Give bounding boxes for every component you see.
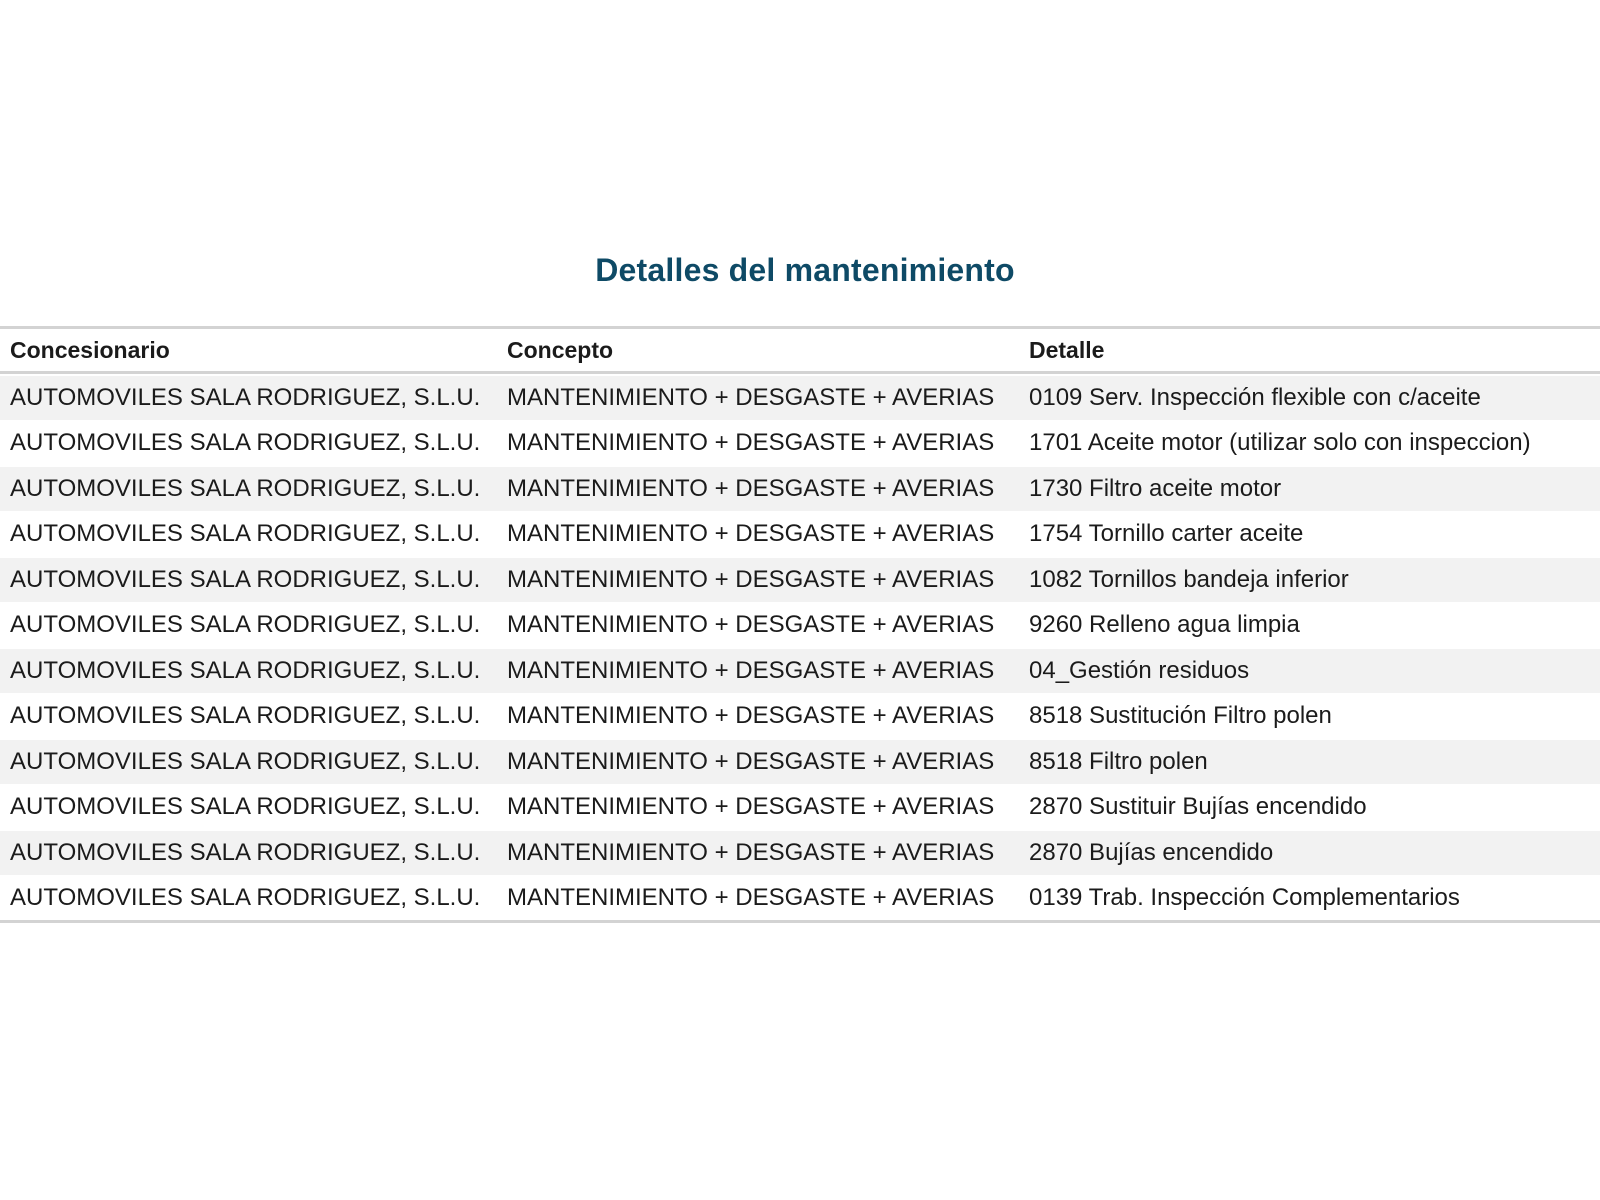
cell-concesionario: AUTOMOVILES SALA RODRIGUEZ, S.L.U. (10, 611, 481, 639)
cell-concesionario: AUTOMOVILES SALA RODRIGUEZ, S.L.U. (10, 884, 481, 912)
cell-concesionario: AUTOMOVILES SALA RODRIGUEZ, S.L.U. (10, 656, 481, 684)
cell-concepto: MANTENIMIENTO + DESGASTE + AVERIAS (507, 611, 995, 639)
cell-concesionario: AUTOMOVILES SALA RODRIGUEZ, S.L.U. (10, 429, 481, 457)
cell-concepto: MANTENIMIENTO + DESGASTE + AVERIAS (507, 747, 995, 775)
cell-detalle: 0139 Trab. Inspección Complementarios (1029, 884, 1460, 912)
table-row: AUTOMOVILES SALA RODRIGUEZ, S.L.U. MANTEN… (0, 874, 1600, 920)
cell-concepto: MANTENIMIENTO + DESGASTE + AVERIAS (507, 656, 995, 684)
cell-concesionario: AUTOMOVILES SALA RODRIGUEZ, S.L.U. (10, 747, 481, 775)
cell-detalle: 1082 Tornillos bandeja inferior (1029, 565, 1349, 593)
table-row: AUTOMOVILES SALA RODRIGUEZ, S.L.U. MANTEN… (0, 556, 1600, 602)
cell-concepto: MANTENIMIENTO + DESGASTE + AVERIAS (507, 520, 995, 548)
cell-detalle: 0109 Serv. Inspección flexible con c/ace… (1029, 383, 1481, 411)
table-body: AUTOMOVILES SALA RODRIGUEZ, S.L.U. MANTEN… (0, 374, 1600, 920)
table-row: AUTOMOVILES SALA RODRIGUEZ, S.L.U. MANTEN… (0, 465, 1600, 511)
page-title: Detalles del mantenimiento (595, 252, 1015, 288)
table-row: AUTOMOVILES SALA RODRIGUEZ, S.L.U. MANTEN… (0, 783, 1600, 829)
table-header-row: Concesionario Concepto Detalle (0, 329, 1600, 374)
cell-concepto: MANTENIMIENTO + DESGASTE + AVERIAS (507, 838, 995, 866)
cell-concepto: MANTENIMIENTO + DESGASTE + AVERIAS (507, 702, 995, 730)
cell-concepto: MANTENIMIENTO + DESGASTE + AVERIAS (507, 383, 995, 411)
maintenance-table: Concesionario Concepto Detalle AUTOMOVIL… (0, 326, 1600, 923)
cell-detalle: 2870 Sustituir Bujías encendido (1029, 793, 1367, 821)
cell-concesionario: AUTOMOVILES SALA RODRIGUEZ, S.L.U. (10, 474, 481, 502)
header-concepto: Concepto (507, 336, 614, 363)
header-detalle: Detalle (1029, 336, 1105, 363)
table-row: AUTOMOVILES SALA RODRIGUEZ, S.L.U. MANTEN… (0, 738, 1600, 784)
cell-detalle: 1754 Tornillo carter aceite (1029, 520, 1304, 548)
table-row: AUTOMOVILES SALA RODRIGUEZ, S.L.U. MANTEN… (0, 374, 1600, 420)
table-row: AUTOMOVILES SALA RODRIGUEZ, S.L.U. MANTEN… (0, 692, 1600, 738)
table-row: AUTOMOVILES SALA RODRIGUEZ, S.L.U. MANTEN… (0, 601, 1600, 647)
cell-detalle: 1701 Aceite motor (utilizar solo con ins… (1029, 429, 1531, 457)
table-row: AUTOMOVILES SALA RODRIGUEZ, S.L.U. MANTEN… (0, 419, 1600, 465)
cell-concesionario: AUTOMOVILES SALA RODRIGUEZ, S.L.U. (10, 793, 481, 821)
cell-concesionario: AUTOMOVILES SALA RODRIGUEZ, S.L.U. (10, 565, 481, 593)
cell-concepto: MANTENIMIENTO + DESGASTE + AVERIAS (507, 429, 995, 457)
cell-concepto: MANTENIMIENTO + DESGASTE + AVERIAS (507, 474, 995, 502)
cell-detalle: 1730 Filtro aceite motor (1029, 474, 1282, 502)
cell-detalle: 8518 Filtro polen (1029, 747, 1208, 775)
cell-concesionario: AUTOMOVILES SALA RODRIGUEZ, S.L.U. (10, 838, 481, 866)
table-row: AUTOMOVILES SALA RODRIGUEZ, S.L.U. MANTEN… (0, 510, 1600, 556)
header-concesionario: Concesionario (10, 336, 170, 363)
cell-concesionario: AUTOMOVILES SALA RODRIGUEZ, S.L.U. (10, 702, 481, 730)
cell-detalle: 9260 Relleno agua limpia (1029, 611, 1300, 639)
cell-concesionario: AUTOMOVILES SALA RODRIGUEZ, S.L.U. (10, 383, 481, 411)
table-row: AUTOMOVILES SALA RODRIGUEZ, S.L.U. MANTEN… (0, 647, 1600, 693)
cell-concesionario: AUTOMOVILES SALA RODRIGUEZ, S.L.U. (10, 520, 481, 548)
cell-detalle: 2870 Bujías encendido (1029, 838, 1274, 866)
cell-concepto: MANTENIMIENTO + DESGASTE + AVERIAS (507, 793, 995, 821)
cell-detalle: 8518 Sustitución Filtro polen (1029, 702, 1332, 730)
cell-concepto: MANTENIMIENTO + DESGASTE + AVERIAS (507, 565, 995, 593)
cell-detalle: 04_Gestión residuos (1029, 656, 1250, 684)
cell-concepto: MANTENIMIENTO + DESGASTE + AVERIAS (507, 884, 995, 912)
table-row: AUTOMOVILES SALA RODRIGUEZ, S.L.U. MANTEN… (0, 829, 1600, 875)
